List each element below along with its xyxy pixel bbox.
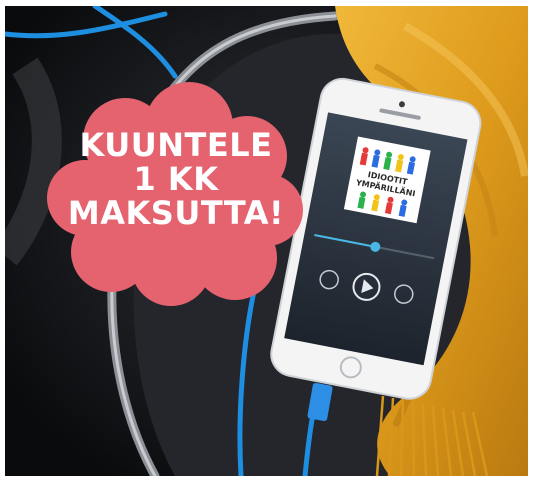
promo-text: KUUNTELE 1 KK MAKSUTTA! (47, 128, 305, 230)
promo-line1: KUUNTELE (79, 126, 273, 164)
promo-line2: 1 KK (133, 160, 219, 198)
advertisement-banner[interactable]: IDIOOTIT YMPÄRILLÄNI KUUNTELE 1 KK MAKSU… (5, 6, 528, 476)
promo-line3: MAKSUTTA! (67, 194, 285, 232)
